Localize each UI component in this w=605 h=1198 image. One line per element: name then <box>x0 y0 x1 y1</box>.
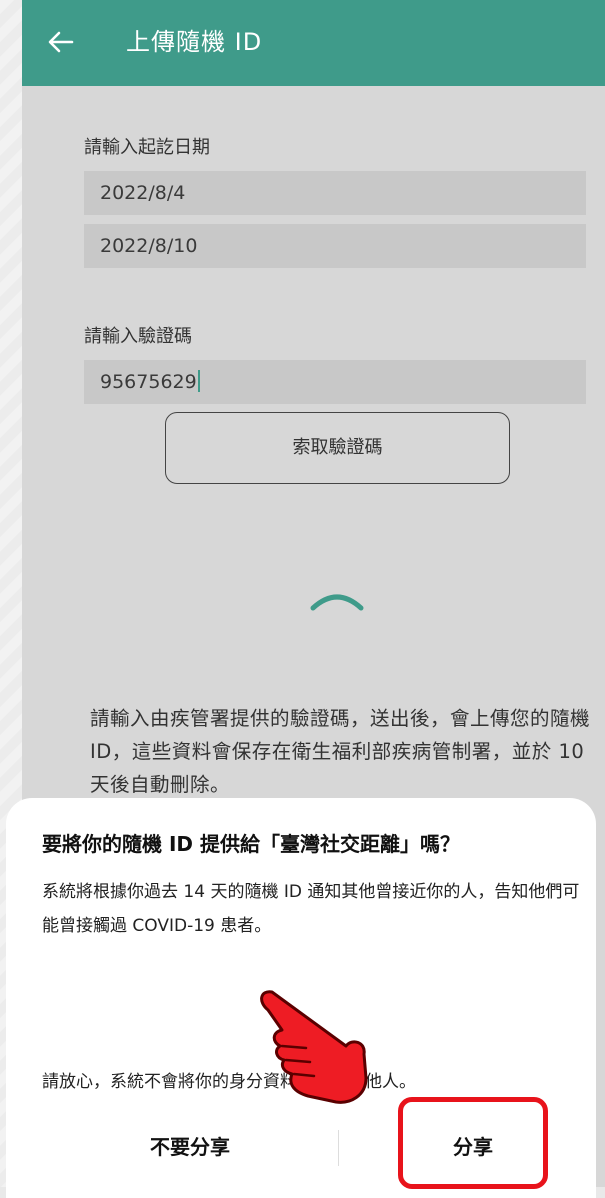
app-bar: 上傳隨機 ID <box>22 0 605 86</box>
text-caret <box>197 370 200 392</box>
pointing-hand-icon <box>260 990 368 1104</box>
upload-info-text: 請輸入由疾管署提供的驗證碼，送出後，會上傳您的隨機 ID，這些資料會保存在衛生福… <box>90 707 591 796</box>
dialog-body: 系統將根據你過去 14 天的隨機 ID 通知其他曾接近你的人，告知他們可能曾接觸… <box>42 882 580 936</box>
verification-code-label: 請輸入驗證碼 <box>84 326 192 347</box>
date-range-label: 請輸入起訖日期 <box>84 137 210 158</box>
loading-spinner-icon <box>310 594 364 611</box>
request-code-button[interactable]: 索取驗證碼 <box>165 412 510 484</box>
page-title: 上傳隨機 ID <box>126 28 263 56</box>
verification-code-input[interactable]: 95675629 <box>84 360 586 404</box>
share-button-highlight <box>398 1097 548 1189</box>
verification-code-value: 95675629 <box>100 371 197 393</box>
start-date-field[interactable]: 2022/8/4 <box>84 171 586 215</box>
dialog-title: 要將你的隨機 ID 提供給「臺灣社交距離」嗎？ <box>42 832 460 856</box>
end-date-field[interactable]: 2022/8/10 <box>84 224 586 268</box>
arrow-left-icon[interactable] <box>46 27 76 57</box>
button-divider <box>338 1130 339 1166</box>
decline-share-button[interactable]: 不要分享 <box>115 1127 265 1167</box>
